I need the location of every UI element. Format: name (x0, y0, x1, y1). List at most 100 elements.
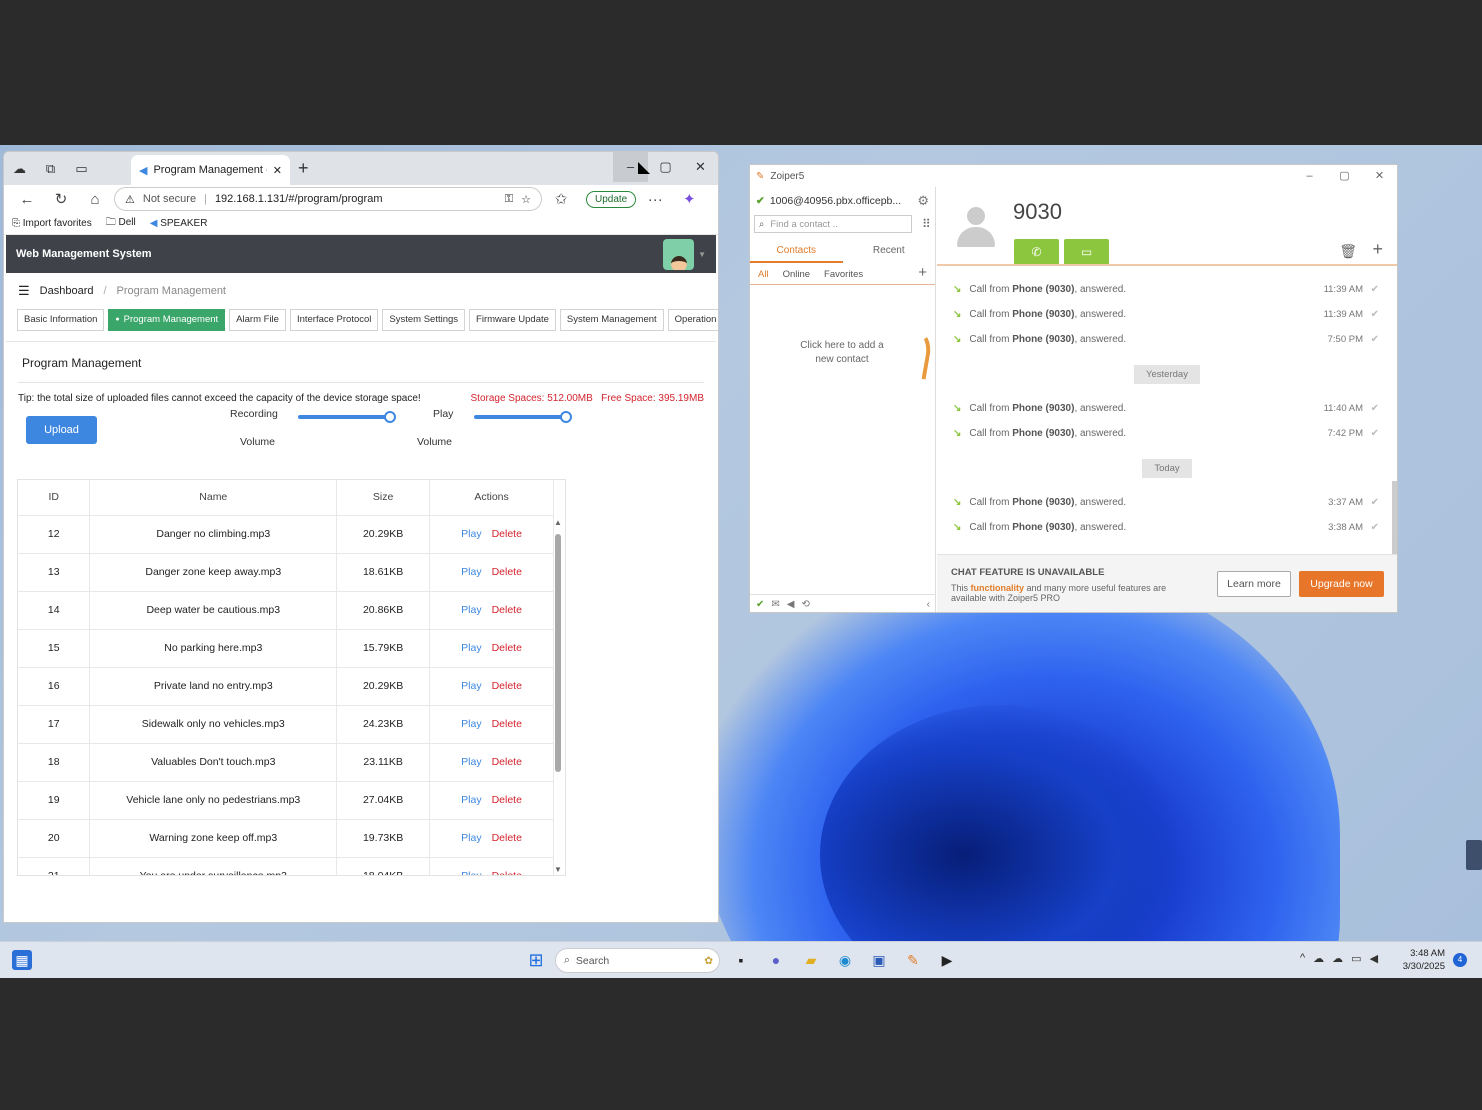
play-link[interactable]: Play (461, 870, 481, 875)
favorite-speaker[interactable]: ◀ SPEAKER (150, 218, 208, 229)
call-entry[interactable]: ↘ Call from Phone (9030), answered. 7:50 P… (937, 327, 1397, 352)
notification-badge[interactable]: 4 (1453, 953, 1467, 967)
delete-link[interactable]: Delete (492, 832, 522, 844)
gear-icon[interactable]: ⚙ (917, 193, 929, 209)
menu-toggle-icon[interactable]: ☰ (18, 283, 30, 299)
breadcrumb-dashboard[interactable]: Dashboard (40, 285, 94, 297)
tab-contacts[interactable]: Contacts (750, 241, 843, 263)
delete-link[interactable]: Delete (492, 642, 522, 654)
delete-link[interactable]: Delete (492, 604, 522, 616)
new-tab-button[interactable]: + (298, 158, 309, 179)
video-call-button[interactable]: ▭ (1064, 239, 1109, 265)
favorite-dell[interactable]: 🗀 Dell (106, 215, 136, 232)
favorite-import[interactable]: ⎘ Import favorites (12, 218, 92, 229)
history-scrollbar[interactable] (1392, 481, 1397, 561)
tab-firmware-update[interactable]: Firmware Update (469, 309, 556, 331)
close-tab-icon[interactable]: ✕ (273, 164, 290, 177)
tab-actions-icon[interactable]: ▭ (66, 161, 97, 177)
call-entry[interactable]: ↘ Call from Phone (9030), answered. 11:40 … (937, 396, 1397, 421)
tab-program-management[interactable]: Program Management (108, 309, 226, 331)
delete-link[interactable]: Delete (492, 566, 522, 578)
chevron-down-icon[interactable]: ▼ (698, 250, 706, 259)
tab-system-settings[interactable]: System Settings (382, 309, 466, 331)
widgets-icon[interactable]: ▦ (12, 950, 32, 970)
network-icon[interactable]: ▭ (1351, 952, 1361, 965)
call-entry[interactable]: ↘ Call from Phone (9030), answered. 7:42 P… (937, 421, 1397, 446)
zoiper-close-button[interactable]: ✕ (1362, 165, 1397, 187)
status-ok-icon[interactable]: ✔ (756, 599, 764, 610)
message-icon[interactable]: ✉ (771, 599, 779, 610)
play-link[interactable]: Play (461, 718, 481, 730)
workspaces-icon[interactable]: ⧉ (35, 161, 66, 177)
play-link[interactable]: Play (461, 756, 481, 768)
tab-interface-protocol[interactable]: Interface Protocol (289, 309, 379, 331)
dialpad-icon[interactable]: ⠿ (922, 217, 931, 231)
table-scrollbar[interactable]: ▲ ▼ (552, 518, 565, 875)
browser-tab-active[interactable]: ◀ Program Management - Network ✕ (131, 155, 290, 185)
play-link[interactable]: Play (461, 566, 481, 578)
refresh-icon[interactable]: ↻ (46, 190, 76, 208)
delete-link[interactable]: Delete (492, 528, 522, 540)
tab-basic-information[interactable]: Basic Information (17, 309, 105, 331)
speaker-icon[interactable]: ◀ (787, 599, 795, 610)
delete-link[interactable]: Delete (492, 756, 522, 768)
recording-slider-handle[interactable] (384, 411, 396, 423)
volume-icon[interactable]: ◀ (1370, 952, 1378, 965)
delete-link[interactable]: Delete (492, 718, 522, 730)
star-icon[interactable]: ☆ (521, 193, 531, 206)
profile-icon[interactable]: ☁ (4, 161, 35, 177)
call-entry[interactable]: ↘ Call from Phone (9030), answered. 11:39 … (937, 302, 1397, 327)
tab-system-management[interactable]: System Management (559, 309, 664, 331)
filter-favorites[interactable]: Favorites (824, 269, 863, 284)
add-icon[interactable]: + (1372, 239, 1383, 260)
call-entry[interactable]: ↘ Call from Phone (9030), answered. 3:37 A… (937, 490, 1397, 515)
tab-recent[interactable]: Recent (843, 241, 936, 263)
call-entry[interactable]: ↘ Call from Phone (9030), answered. 11:39 … (937, 277, 1397, 302)
address-bar[interactable]: ⚠ Not secure | 192.168.1.131/#/program/p… (114, 187, 542, 211)
play-volume-slider[interactable] (474, 411, 572, 423)
back-arrow-icon[interactable]: ← (12, 191, 42, 208)
favorites-icon[interactable]: ✩ (546, 190, 576, 208)
upload-button[interactable]: Upload (26, 416, 97, 444)
onedrive-icon[interactable]: ☁ (1332, 952, 1343, 965)
play-link[interactable]: Play (461, 794, 481, 806)
add-contact-hint[interactable]: Click here to add a new contact (796, 339, 888, 367)
filter-online[interactable]: Online (783, 269, 810, 284)
account-row[interactable]: ✔ 1006@40956.pbx.officepb... ⚙ (750, 187, 935, 215)
zoiper-minimize-button[interactable]: – (1292, 165, 1327, 187)
zoiper-maximize-button[interactable]: ▢ (1327, 165, 1362, 187)
update-button[interactable]: Update (586, 190, 637, 208)
scrollbar-thumb[interactable] (555, 534, 561, 772)
tab-operation-log[interactable]: Operation Log (667, 309, 718, 331)
transfer-icon[interactable]: ⟲ (801, 599, 809, 610)
start-icon[interactable]: ⊞ (526, 950, 546, 970)
avatar[interactable] (663, 238, 695, 270)
copilot-icon[interactable]: ✦ (674, 190, 704, 208)
scroll-up-icon[interactable]: ▲ (554, 518, 562, 527)
tab-alarm-file[interactable]: Alarm File (229, 309, 286, 331)
call-entry[interactable]: ↘ Call from Phone (9030), answered. 3:38 A… (937, 515, 1397, 540)
play-link[interactable]: Play (461, 528, 481, 540)
scroll-down-icon[interactable]: ▼ (554, 865, 562, 874)
tray-chevron-up-icon[interactable]: ^ (1300, 952, 1305, 965)
side-widget-icon[interactable] (1466, 840, 1482, 870)
play-link[interactable]: Play (461, 680, 481, 692)
edge-icon[interactable]: ◉ (835, 950, 855, 970)
home-icon[interactable]: ⌂ (80, 191, 110, 208)
chat-app-icon[interactable]: ● (766, 950, 786, 970)
taskbar-search[interactable]: ⌕ Search ✿ (555, 948, 720, 973)
play-slider-handle[interactable] (560, 411, 572, 423)
find-contact-input[interactable]: ⌕ Find a contact .. (754, 215, 912, 233)
zoiper-taskbar-icon[interactable]: ✎ (903, 950, 923, 970)
recording-volume-slider[interactable] (298, 411, 396, 423)
media-player-icon[interactable]: ▶ (937, 950, 957, 970)
cloud-off-icon[interactable]: ☁ (1313, 952, 1324, 965)
play-link[interactable]: Play (461, 642, 481, 654)
call-button[interactable]: ✆ (1014, 239, 1059, 265)
delete-link[interactable]: Delete (492, 794, 522, 806)
delete-link[interactable]: Delete (492, 870, 522, 875)
collapse-icon[interactable]: ‹ (927, 599, 936, 610)
delete-link[interactable]: Delete (492, 680, 522, 692)
task-view-icon[interactable]: ▪ (731, 950, 751, 970)
clock[interactable]: 3:48 AM 3/30/2025 (1398, 947, 1445, 973)
